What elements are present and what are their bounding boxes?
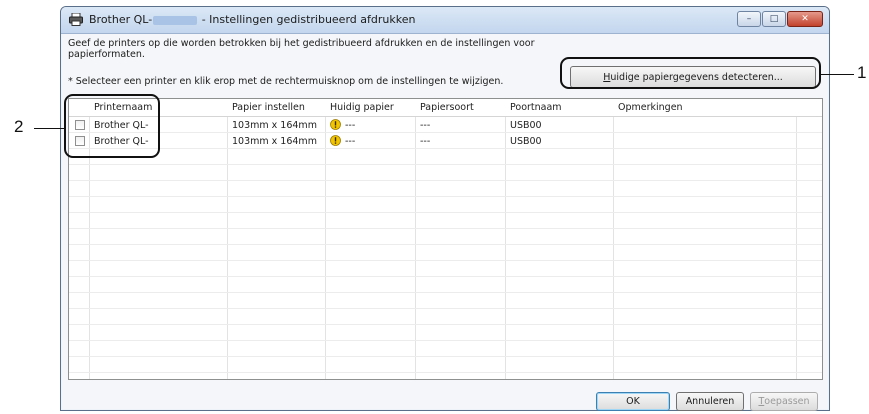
callout-2-highlight (64, 94, 160, 158)
column-header-current-paper[interactable]: Huidig papier (330, 102, 394, 113)
paper-type: --- (420, 120, 431, 131)
instruction-text: Geef de printers op die worden betrokken… (68, 38, 535, 60)
hint-text: * Selecteer een printer en klik erop met… (68, 76, 504, 87)
port-name: USB00 (510, 120, 542, 131)
column-header-paper-setting[interactable]: Papier instellen (232, 102, 305, 113)
callout-1-number: 1 (857, 63, 867, 82)
paper-type: --- (420, 136, 431, 147)
redacted-model (153, 15, 198, 25)
apply-button[interactable]: Toepassen (750, 392, 818, 411)
close-button[interactable]: ✕ (787, 11, 823, 27)
callout-2-number: 2 (14, 117, 24, 136)
window-title: Brother QL- - Instellingen gedistribueer… (89, 13, 416, 26)
dialog-body: Geef de printers op die worden betrokken… (62, 34, 828, 411)
column-header-paper-type[interactable]: Papiersoort (420, 102, 474, 113)
cancel-button[interactable]: Annuleren (676, 392, 744, 411)
current-paper: --- (345, 120, 356, 131)
callout-1-leader (821, 74, 854, 75)
paper-setting: 103mm x 164mm (232, 136, 317, 147)
current-paper: --- (345, 136, 356, 147)
warning-icon (330, 119, 341, 130)
warning-icon (330, 135, 341, 146)
callout-1-highlight (560, 57, 821, 89)
minimize-button[interactable]: – (737, 11, 761, 27)
ok-button[interactable]: OK (596, 392, 670, 411)
maximize-button[interactable]: □ (762, 11, 786, 27)
column-header-port[interactable]: Poortnaam (510, 102, 562, 113)
paper-setting: 103mm x 164mm (232, 120, 317, 131)
column-header-remarks[interactable]: Opmerkingen (618, 102, 683, 113)
title-bar[interactable]: Brother QL- - Instellingen gedistribueer… (61, 7, 829, 34)
port-name: USB00 (510, 136, 542, 147)
printer-table[interactable]: Printernaam Papier instellen Huidig papi… (68, 98, 823, 380)
printer-icon (69, 13, 83, 26)
table-header: Printernaam Papier instellen Huidig papi… (69, 99, 822, 117)
callout-2-leader (34, 128, 64, 129)
